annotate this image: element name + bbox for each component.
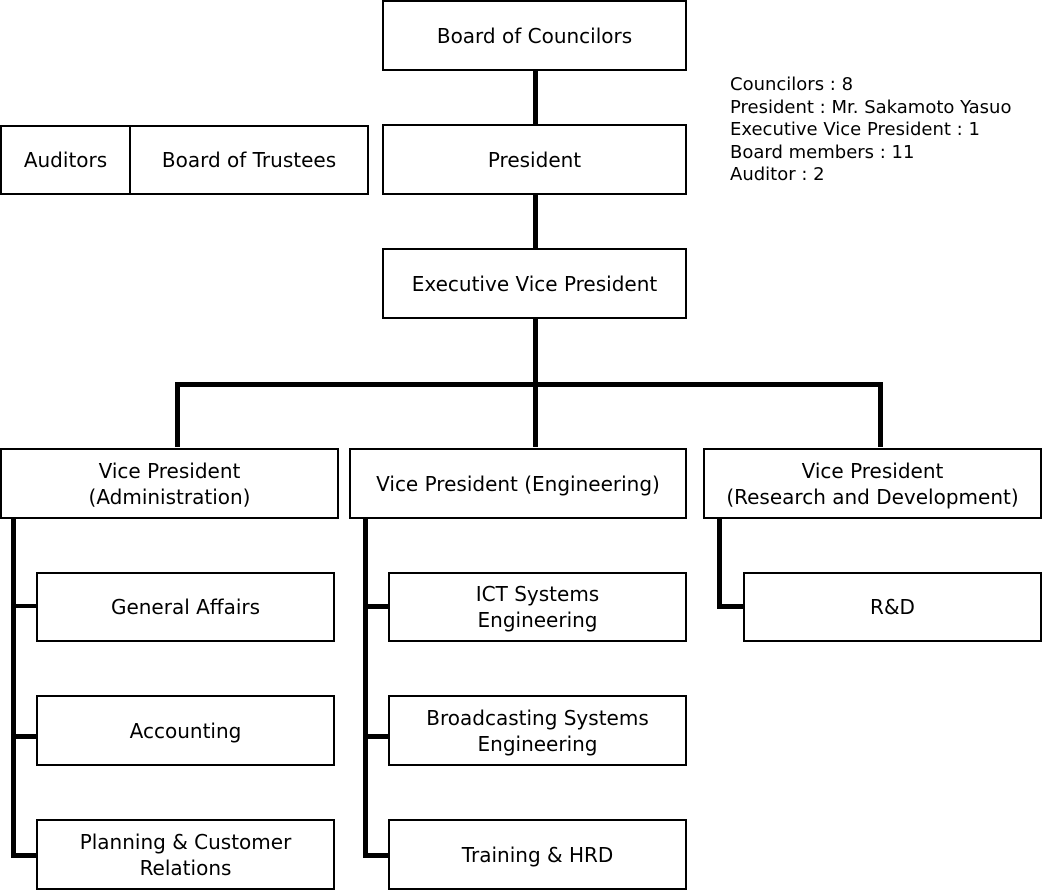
info-auditor: Auditor : 2 (730, 164, 825, 185)
info-board-members: Board members : 11 (730, 141, 915, 163)
node-board-of-trustees: Board of Trustees (129, 125, 369, 195)
connector-vp-rd-drop (878, 382, 883, 447)
node-training-hrd: Training & HRD (388, 819, 687, 890)
org-info-panel: Councilors : 8 President : Mr. Sakamoto … (730, 74, 1011, 187)
connector-vp-horizontal (175, 382, 883, 387)
connector-rd-vertical (717, 517, 722, 608)
node-vp-engineering: Vice President (Engineering) (349, 448, 687, 519)
connector-eng-ict (363, 604, 390, 609)
connector-admin-planning (11, 853, 38, 858)
node-vp-administration: Vice President (Administration) (0, 448, 339, 519)
info-councilors: Councilors : 8 (730, 74, 854, 95)
info-president: President : Mr. Sakamoto Yasuo (730, 96, 1012, 118)
connector-eng-vertical (363, 517, 368, 858)
connector-eng-broadcasting (363, 734, 390, 739)
connector-admin-vertical (11, 517, 16, 858)
node-general-affairs: General Affairs (36, 572, 335, 642)
node-accounting: Accounting (36, 695, 335, 766)
node-auditors: Auditors (0, 125, 131, 195)
node-rnd: R&D (743, 572, 1042, 642)
node-ict-systems-engineering: ICT Systems Engineering (388, 572, 687, 642)
connector-admin-accounting (11, 734, 38, 739)
connector-admin-general-affairs (11, 604, 38, 608)
node-board-of-councilors: Board of Councilors (382, 0, 687, 71)
info-executive-vice-president: Executive Vice President : 1 (730, 119, 980, 140)
node-executive-vice-president: Executive Vice President (382, 248, 687, 319)
connector-rd-rnd (717, 604, 745, 609)
node-vp-research-development: Vice President (Research and Development… (703, 448, 1042, 519)
connector-vp-admin-drop (175, 382, 180, 447)
connector-eng-training (363, 853, 390, 858)
node-president: President (382, 124, 687, 195)
node-planning-customer-relations: Planning & Customer Relations (36, 819, 335, 890)
connector-president-evp (533, 193, 538, 250)
connector-councilors-president (533, 69, 538, 126)
node-broadcasting-systems-engineering: Broadcasting Systems Engineering (388, 695, 687, 766)
